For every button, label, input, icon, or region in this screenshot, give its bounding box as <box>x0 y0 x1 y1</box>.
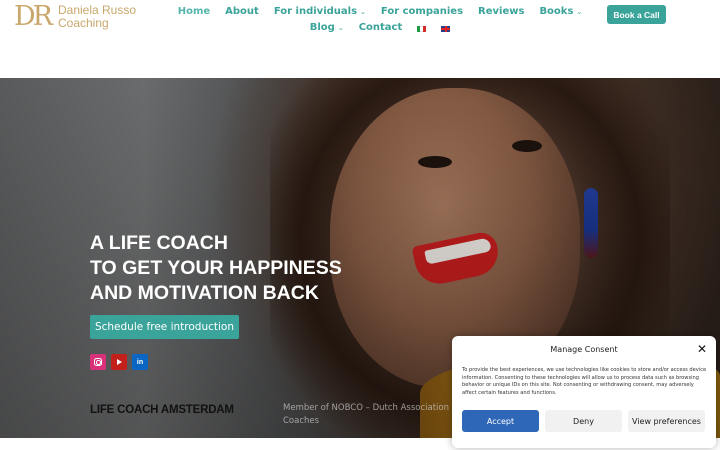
hero-title: A LIFE COACH TO GET YOUR HAPPINESS AND M… <box>90 231 342 306</box>
it-flag-icon <box>417 25 427 32</box>
logo[interactable]: DR Daniela Russo Coaching <box>14 1 136 32</box>
nav-reviews-label: Reviews <box>478 6 525 17</box>
nav-contact-label: Contact <box>358 22 403 33</box>
nav-blog[interactable]: Blog ⌄ <box>310 22 344 33</box>
nav-books[interactable]: Books ⌄ <box>539 6 582 17</box>
nav-reviews[interactable]: Reviews <box>478 6 524 17</box>
consent-dialog: Manage Consent ✕ To provide the best exp… <box>452 336 716 448</box>
logo-wordmark: Daniela Russo Coaching <box>58 4 136 30</box>
youtube-icon[interactable] <box>111 354 127 370</box>
nav-for-companies-label: For companies <box>380 6 464 17</box>
instagram-glyph <box>94 358 102 366</box>
page: DR Daniela Russo Coaching Home About For… <box>0 0 720 450</box>
nav-for-individuals[interactable]: For individuals ⌄ <box>274 6 366 17</box>
close-icon[interactable]: ✕ <box>697 343 707 355</box>
logo-name-line1: Daniela Russo <box>57 3 137 17</box>
uk-flag-icon <box>441 25 451 32</box>
deny-button[interactable]: Deny <box>545 410 622 432</box>
nav-about-label: About <box>225 6 259 17</box>
nav-for-individuals-label: For individuals <box>273 6 358 17</box>
nav-blog-label: Blog <box>309 22 335 33</box>
site-header: DR Daniela Russo Coaching Home About For… <box>0 0 720 78</box>
chevron-down-icon: ⌄ <box>576 7 583 16</box>
linkedin-icon[interactable]: in <box>132 354 148 370</box>
language-italian[interactable] <box>417 22 427 33</box>
nav-contact[interactable]: Contact <box>359 22 403 33</box>
nav-home[interactable]: Home <box>178 6 210 17</box>
play-glyph <box>116 359 122 365</box>
hero-title-line: TO GET YOUR HAPPINESS <box>90 257 342 279</box>
nav-for-companies[interactable]: For companies <box>381 6 463 17</box>
social-links: in <box>90 354 148 370</box>
accept-button[interactable]: Accept <box>462 410 539 432</box>
schedule-intro-button[interactable]: Schedule free introduction <box>90 315 239 339</box>
view-preferences-button[interactable]: View preferences <box>628 410 705 432</box>
book-a-call-button[interactable]: Book a Call <box>607 5 666 24</box>
consent-title: Manage Consent <box>550 345 618 354</box>
chevron-down-icon: ⌄ <box>337 23 344 32</box>
hero-title-line: A LIFE COACH <box>90 232 228 254</box>
logo-monogram: DR <box>14 1 53 32</box>
chevron-down-icon: ⌄ <box>360 7 366 16</box>
instagram-icon[interactable] <box>90 354 106 370</box>
language-english[interactable] <box>441 22 451 33</box>
hero-footer-heading: LIFE COACH AMSTERDAM <box>90 404 234 416</box>
membership-note: Member of NOBCO – Dutch Association of C… <box>283 403 460 426</box>
logo-name-line2: Coaching <box>57 16 109 30</box>
consent-actions: Accept Deny View preferences <box>462 410 705 432</box>
nav-about[interactable]: About <box>225 6 259 17</box>
nav-home-label: Home <box>177 6 211 17</box>
hero-title-line: AND MOTIVATION BACK <box>90 282 319 304</box>
nav-books-label: Books <box>539 6 574 17</box>
consent-text: To provide the best experiences, we use … <box>462 367 707 396</box>
main-nav: Home About For individuals ⌄ For companie… <box>160 6 600 33</box>
